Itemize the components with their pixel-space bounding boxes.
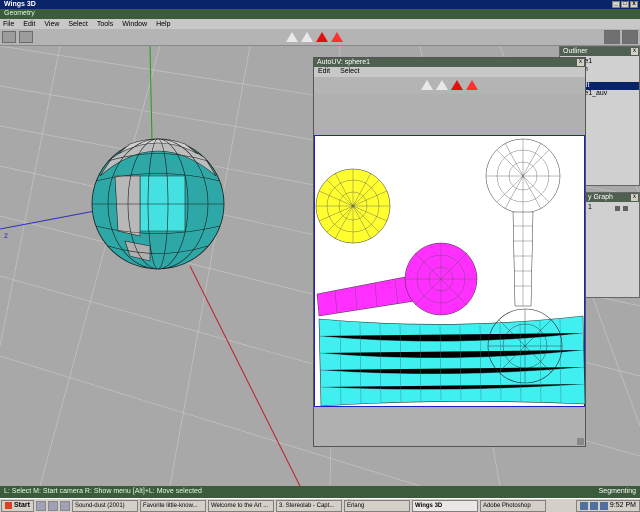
menu-edit[interactable]: Edit: [23, 21, 35, 28]
menu-window[interactable]: Window: [122, 21, 147, 28]
uv-island-white[interactable]: [485, 138, 561, 307]
outliner-item[interactable]: l: [580, 74, 639, 82]
quicklaunch-icon[interactable]: [47, 500, 58, 511]
quicklaunch-icon[interactable]: [35, 500, 46, 511]
autouv-menu-edit[interactable]: Edit: [318, 67, 330, 77]
windows-logo-icon: [5, 502, 12, 509]
uv-face-mode-icon[interactable]: [451, 80, 463, 90]
menu-view[interactable]: View: [44, 21, 59, 28]
autouv-window: AutoUV: sphere1 x Edit Select: [313, 57, 586, 447]
outliner-item[interactable]: re1_auv: [580, 90, 639, 98]
uv-island-magenta[interactable]: [316, 242, 478, 317]
uv-vertex-mode-icon[interactable]: [421, 80, 433, 90]
task-button[interactable]: Favorite little-know...: [139, 499, 206, 512]
outliner-title: Outliner x: [560, 47, 639, 56]
sphere-mesh[interactable]: [91, 138, 225, 270]
outliner-item[interactable]: re1: [580, 58, 639, 66]
status-mode: Segmenting: [598, 488, 636, 495]
task-button[interactable]: Adobe Photoshop: [479, 499, 546, 512]
volume-icon[interactable]: [599, 501, 608, 510]
menu-select[interactable]: Select: [68, 21, 87, 28]
undo-view-icon[interactable]: [2, 31, 16, 43]
quicklaunch-icon[interactable]: [59, 500, 70, 511]
task-button[interactable]: Welcome to the Art ...: [207, 499, 274, 512]
start-label: Start: [14, 501, 30, 509]
task-button[interactable]: Sound-dust (2001): [71, 499, 138, 512]
task-button[interactable]: 3. Stereolab - Capt...: [275, 499, 342, 512]
outliner-close-button[interactable]: x: [631, 48, 638, 55]
smooth-preview-icon[interactable]: [622, 30, 638, 44]
y-axis: [149, 46, 153, 142]
task-button[interactable]: Erlang: [343, 499, 410, 512]
autouv-close-button[interactable]: x: [577, 59, 584, 66]
status-hint: L: Select M: Start camera R: Show menu […: [4, 488, 202, 495]
taskbar: Start Sound-dust (2001) Favorite little-…: [0, 498, 640, 512]
autouv-menubar: Edit Select: [314, 67, 585, 77]
graph-close-button[interactable]: x: [631, 194, 638, 201]
autouv-titlebar: AutoUV: sphere1 x: [314, 58, 585, 67]
system-tray: 9:52 PM: [575, 499, 640, 512]
lock-icon[interactable]: [622, 205, 628, 211]
x-axis: [189, 265, 301, 486]
resize-handle[interactable]: [577, 438, 584, 445]
tray-icon[interactable]: [589, 501, 598, 510]
toolbar: [0, 29, 640, 46]
face-mode-icon[interactable]: [316, 32, 328, 42]
menubar: File Edit View Select Tools Window Help: [0, 19, 640, 29]
graph-title-text: y Graph: [588, 194, 613, 201]
menu-help[interactable]: Help: [156, 21, 170, 28]
eye-icon[interactable]: [614, 205, 620, 211]
uv-canvas[interactable]: [314, 135, 586, 407]
status-bar: L: Select M: Start camera R: Show menu […: [0, 486, 640, 498]
geometry-title: Geometry: [0, 9, 640, 19]
menu-tools[interactable]: Tools: [97, 21, 113, 28]
maximize-button[interactable]: □: [621, 1, 629, 8]
window-title: Wings 3D: [4, 1, 36, 8]
start-button[interactable]: Start: [1, 499, 34, 512]
graph-item[interactable]: 1: [586, 204, 592, 212]
uv-body-mode-icon[interactable]: [466, 80, 478, 90]
perspective-icon[interactable]: [604, 30, 620, 44]
window-titlebar: Wings 3D _ □ x: [0, 0, 640, 9]
task-button-active[interactable]: Wings 3D: [411, 499, 478, 512]
tray-icon[interactable]: [579, 501, 588, 510]
outliner-item[interactable]: m: [580, 66, 639, 74]
z-axis-label: z: [4, 231, 8, 240]
outliner-item[interactable]: e: [580, 98, 639, 106]
redo-view-icon[interactable]: [19, 31, 33, 43]
minimize-button[interactable]: _: [612, 1, 620, 8]
autouv-menu-select[interactable]: Select: [340, 67, 359, 77]
outliner-item-selected[interactable]: ult: [580, 82, 639, 90]
uv-island-yellow[interactable]: [315, 168, 391, 244]
close-button[interactable]: x: [630, 1, 638, 8]
autouv-title: AutoUV: sphere1: [317, 59, 371, 66]
uv-map-svg: [315, 138, 586, 407]
clock: 9:52 PM: [609, 502, 636, 509]
autouv-toolbar: [314, 77, 585, 94]
edge-mode-icon[interactable]: [301, 32, 313, 42]
menu-file[interactable]: File: [3, 21, 14, 28]
outliner-title-text: Outliner: [563, 48, 588, 55]
uv-island-cyan[interactable]: [318, 308, 586, 407]
vertex-mode-icon[interactable]: [286, 32, 298, 42]
z-axis: [0, 210, 96, 230]
body-mode-icon[interactable]: [331, 32, 343, 42]
uv-edge-mode-icon[interactable]: [436, 80, 448, 90]
